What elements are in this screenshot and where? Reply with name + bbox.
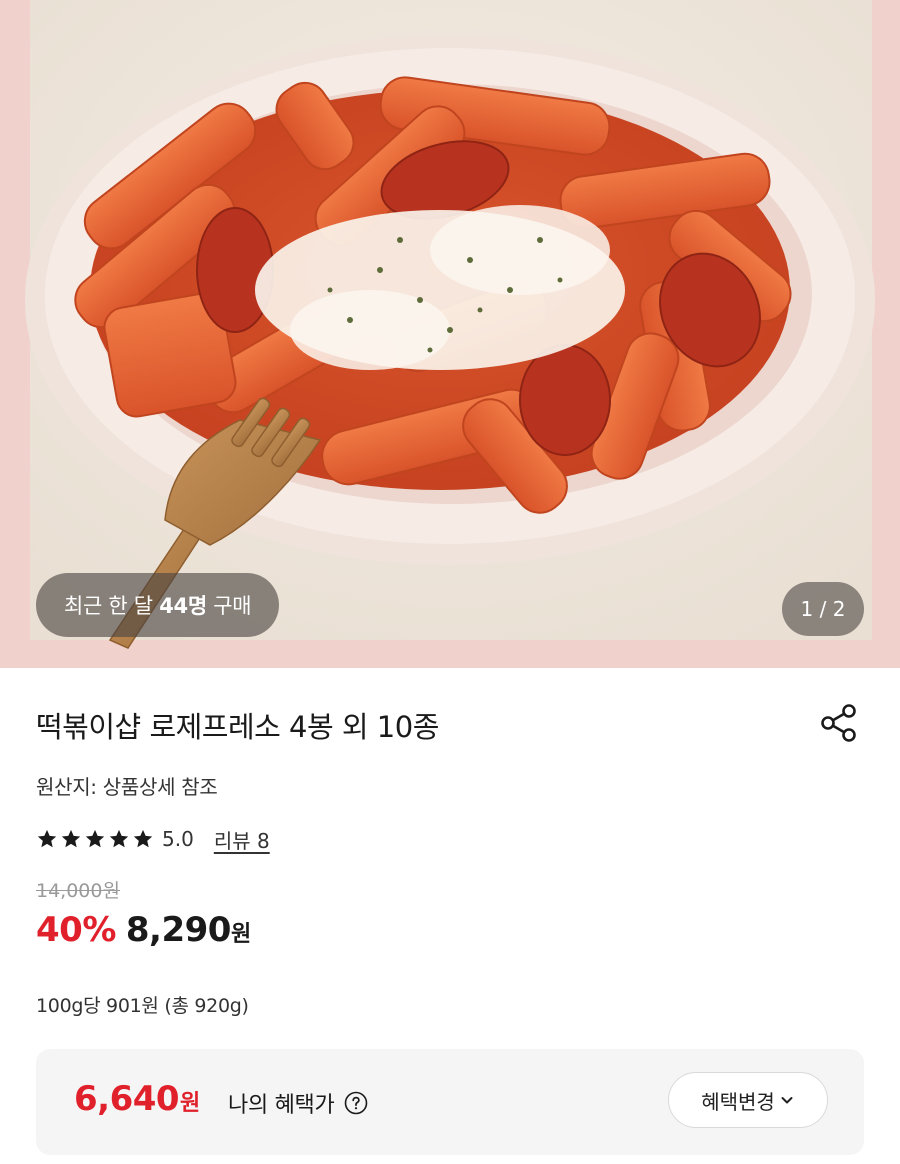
benefit-price-value: 6,640 xyxy=(74,1079,180,1119)
unit-price: 100g당 901원 (총 920g) xyxy=(36,995,249,1017)
recent-purchase-badge: 최근 한 달 44명 구매 xyxy=(36,573,280,637)
benefit-label: 나의 혜택가 xyxy=(228,1093,335,1118)
benefit-label-row: 나의 혜택가 xyxy=(228,1087,368,1119)
price-currency: 원 xyxy=(230,922,252,947)
star-icon xyxy=(61,829,81,848)
purchase-prefix: 최근 한 달 xyxy=(64,594,160,618)
product-photo xyxy=(0,0,900,668)
chevron-down-icon xyxy=(781,1097,793,1104)
star-rating xyxy=(36,828,154,850)
price-row: 40% 8,290 원 xyxy=(36,910,251,950)
star-icon xyxy=(37,829,57,848)
benefit-price: 6,640 원 xyxy=(74,1079,200,1119)
change-benefit-label: 혜택변경 xyxy=(701,1089,775,1114)
original-price: 14,000원 xyxy=(36,880,120,902)
star-icon xyxy=(85,829,105,848)
product-title: 떡볶이샵 로제프레소 4봉 외 10종 xyxy=(36,710,439,744)
product-info: 떡볶이샵 로제프레소 4봉 외 10종 원산지: 상품상세 참조 5.0 리뷰 … xyxy=(0,668,900,1164)
change-benefit-button[interactable]: 혜택변경 xyxy=(668,1072,828,1128)
discount-rate: 40% xyxy=(36,910,116,950)
origin-info: 원산지: 상품상세 참조 xyxy=(36,775,218,799)
product-image-carousel[interactable]: 최근 한 달 44명 구매 1 / 2 xyxy=(0,0,900,668)
benefit-price-panel: 6,640 원 나의 혜택가 혜택변경 xyxy=(36,1049,864,1155)
share-button[interactable] xyxy=(816,700,862,746)
share-icon xyxy=(821,704,856,742)
benefit-price-currency: 원 xyxy=(180,1091,201,1116)
image-counter: 1 / 2 xyxy=(782,582,864,636)
star-icon xyxy=(109,829,129,848)
rating-value: 5.0 xyxy=(162,827,194,851)
rating-row: 5.0 리뷰 8 xyxy=(36,824,270,854)
sale-price: 8,290 xyxy=(125,910,232,950)
purchase-suffix: 구매 xyxy=(206,594,252,618)
star-icon xyxy=(133,829,153,848)
review-link[interactable]: 리뷰 8 xyxy=(214,825,270,854)
purchase-count: 44명 xyxy=(159,594,207,618)
question-circle-icon[interactable] xyxy=(344,1091,368,1115)
